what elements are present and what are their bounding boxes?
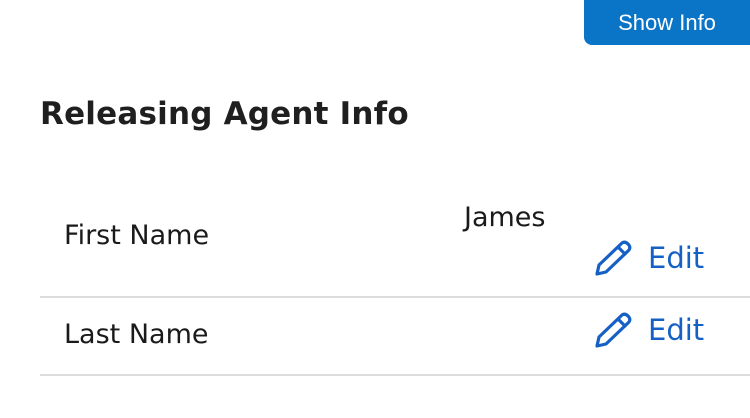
edit-last-name-link[interactable]: Edit bbox=[592, 312, 704, 348]
edit-last-name-label: Edit bbox=[648, 313, 705, 347]
last-name-row: Last Name Edit bbox=[40, 298, 750, 376]
last-name-label: Last Name bbox=[64, 319, 209, 350]
edit-first-name-link[interactable]: Edit bbox=[592, 240, 704, 276]
agent-info-list: First Name James Edit Last Name Edit bbox=[40, 180, 750, 376]
section-title: Releasing Agent Info bbox=[40, 96, 409, 132]
edit-first-name-label: Edit bbox=[648, 241, 705, 275]
first-name-value: James bbox=[464, 202, 546, 233]
page: Show Info Releasing Agent Info First Nam… bbox=[0, 0, 750, 418]
pencil-icon bbox=[592, 312, 632, 348]
first-name-row: First Name James Edit bbox=[40, 180, 750, 298]
show-info-button[interactable]: Show Info bbox=[584, 0, 750, 45]
first-name-label: First Name bbox=[64, 220, 210, 251]
pencil-icon bbox=[592, 240, 632, 276]
